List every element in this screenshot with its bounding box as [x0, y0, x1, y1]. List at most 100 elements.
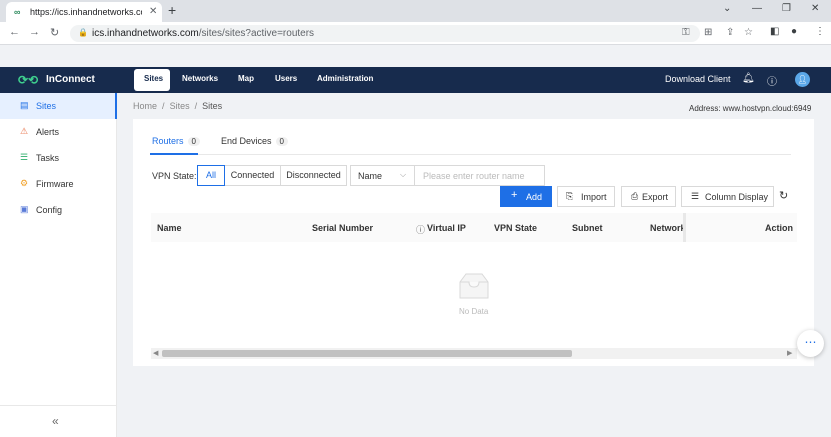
reload-icon[interactable]: ↻ — [50, 26, 59, 39]
column-subnet[interactable]: Subnet — [572, 223, 603, 233]
breadcrumb-sites[interactable]: Sites — [170, 101, 190, 111]
tab-search-icon[interactable]: ⌄ — [723, 3, 731, 14]
sidebar: ▤ Sites ⚠ Alerts ☰ Tasks ⚙ Firmware ▣ Co… — [0, 93, 117, 437]
download-client-link[interactable]: Download Client — [665, 74, 731, 84]
sidebar-collapse-button[interactable]: « — [0, 405, 117, 437]
vpn-state-label: VPN State: — [152, 171, 197, 181]
bookmark-star-icon[interactable]: ☆ — [744, 27, 753, 38]
end-devices-count-badge: 0 — [275, 137, 288, 146]
filter-all[interactable]: All — [197, 165, 225, 186]
chevron-down-icon: ⌵ — [400, 170, 407, 179]
nav-users[interactable]: Users — [275, 74, 297, 83]
import-button[interactable]: ⎘ Import — [557, 186, 615, 207]
search-field-select[interactable]: Name ⌵ — [350, 165, 415, 186]
column-virtual-ip[interactable]: Virtual IP — [427, 223, 466, 233]
back-icon[interactable]: ← — [9, 26, 20, 38]
sidebar-item-alerts[interactable]: ⚠ Alerts — [0, 119, 117, 145]
router-search-input[interactable] — [414, 165, 545, 186]
empty-inbox-icon — [459, 273, 489, 299]
nav-map[interactable]: Map — [238, 74, 254, 83]
sidebar-item-config[interactable]: ▣ Config — [0, 197, 117, 223]
tab-routers[interactable]: Routers 0 — [152, 136, 200, 146]
restore-icon[interactable]: ❐ — [782, 3, 791, 14]
nav-administration[interactable]: Administration — [317, 74, 373, 83]
breadcrumb: Home / Sites / Sites — [133, 101, 222, 111]
breadcrumb-current: Sites — [202, 101, 223, 111]
close-window-icon[interactable]: ✕ — [811, 3, 819, 14]
scrollbar-thumb[interactable] — [162, 350, 572, 357]
scroll-left-icon[interactable]: ◀ — [153, 349, 158, 357]
new-tab-icon[interactable]: + — [168, 2, 176, 18]
column-name[interactable]: Name — [157, 223, 182, 233]
bell-icon[interactable]: 🔔︎ — [742, 73, 755, 84]
no-data-text: No Data — [459, 307, 489, 316]
share-icon[interactable]: ⇪ — [726, 27, 734, 38]
tab-title: https://ics.inhandnetworks.com — [30, 7, 142, 17]
sidebar-item-sites[interactable]: ▤ Sites — [0, 93, 117, 119]
breadcrumb-home[interactable]: Home — [133, 101, 157, 111]
sidebar-item-label: Config — [36, 205, 63, 215]
table-header: Name Serial Number ⓘ Virtual IP VPN Stat… — [151, 213, 797, 242]
refresh-icon[interactable]: ↻ — [779, 189, 788, 202]
list-icon: ☰ — [691, 191, 700, 201]
add-button[interactable]: + Add — [500, 186, 552, 207]
fixed-column-shadow — [683, 213, 686, 242]
inconnect-logo-icon: ⟳⟲ — [18, 73, 39, 87]
key-icon[interactable]: ⚿ — [682, 27, 690, 38]
export-button[interactable]: ⎙ Export — [621, 186, 676, 207]
collapse-icon: « — [52, 414, 59, 428]
chat-icon[interactable]: ⋯ — [797, 330, 824, 357]
profile-icon[interactable]: ● — [791, 26, 797, 37]
sidebar-item-label: Tasks — [36, 153, 60, 163]
close-tab-icon[interactable]: ✕ — [149, 6, 157, 17]
sidebar-item-firmware[interactable]: ⚙ Firmware — [0, 171, 117, 197]
column-vpn-state[interactable]: VPN State — [494, 223, 537, 233]
app-header: ⟳⟲ InConnect Sites Networks Map Users Ad… — [0, 67, 831, 93]
horizontal-scrollbar[interactable]: ◀ ▶ — [151, 348, 797, 359]
column-action[interactable]: Action — [765, 223, 793, 233]
vpn-address: Address: www.hostvpn.cloud:6949 — [689, 104, 812, 113]
side-panel-icon[interactable]: ◧ — [770, 26, 779, 37]
user-avatar[interactable]: 👤︎ — [795, 72, 810, 87]
address-bar[interactable]: 🔒 ics.inhandnetworks.com/sites/sites?act… — [70, 25, 753, 42]
forward-icon[interactable]: → — [29, 26, 40, 38]
url-text: ics.inhandnetworks.com/sites/sites?activ… — [92, 28, 315, 39]
scroll-right-icon[interactable]: ▶ — [787, 349, 792, 357]
breadcrumb-separator: / — [159, 101, 168, 111]
help-icon[interactable]: ⓘ — [767, 73, 777, 88]
alerts-icon: ⚠ — [20, 126, 29, 136]
active-tab-indicator — [150, 153, 198, 155]
config-icon: ▣ — [20, 204, 29, 214]
lock-icon[interactable]: 🔒 — [78, 28, 88, 37]
sidebar-item-label: Firmware — [36, 179, 74, 189]
minimize-icon[interactable]: — — [752, 3, 762, 14]
sidebar-item-tasks[interactable]: ☰ Tasks — [0, 145, 117, 171]
translate-icon[interactable]: ⊞ — [704, 27, 712, 38]
filter-disconnected[interactable]: Disconnected — [280, 165, 347, 186]
routers-count-badge: 0 — [187, 137, 200, 146]
browser-menu-icon[interactable]: ⋮ — [815, 26, 825, 37]
nav-sites[interactable]: Sites — [134, 69, 170, 91]
import-icon: ⎘ — [566, 191, 574, 201]
export-icon: ⎙ — [631, 191, 639, 201]
browser-tab[interactable]: ∞ https://ics.inhandnetworks.com ✕ — [6, 2, 162, 22]
tabs-divider — [150, 154, 791, 155]
plus-icon: + — [511, 189, 518, 201]
tasks-icon: ☰ — [20, 152, 29, 162]
tab-end-devices[interactable]: End Devices 0 — [221, 136, 288, 146]
brand-name: InConnect — [46, 74, 95, 85]
sidebar-item-label: Alerts — [36, 127, 60, 137]
browser-toolbar: ← → ↻ 🔒 ics.inhandnetworks.com/sites/sit… — [0, 22, 831, 45]
column-display-button[interactable]: ☰ Column Display — [681, 186, 774, 207]
sites-icon: ▤ — [20, 100, 29, 110]
breadcrumb-separator: / — [192, 101, 200, 111]
filter-connected[interactable]: Connected — [224, 165, 281, 186]
sidebar-item-label: Sites — [36, 101, 57, 111]
firmware-icon: ⚙ — [20, 178, 29, 188]
search-field-value: Name — [358, 171, 383, 181]
info-icon[interactable]: ⓘ — [416, 223, 425, 236]
nav-networks[interactable]: Networks — [182, 74, 218, 83]
content-card — [133, 119, 814, 366]
column-network[interactable]: Network — [650, 223, 683, 233]
column-serial-number[interactable]: Serial Number — [312, 223, 373, 233]
